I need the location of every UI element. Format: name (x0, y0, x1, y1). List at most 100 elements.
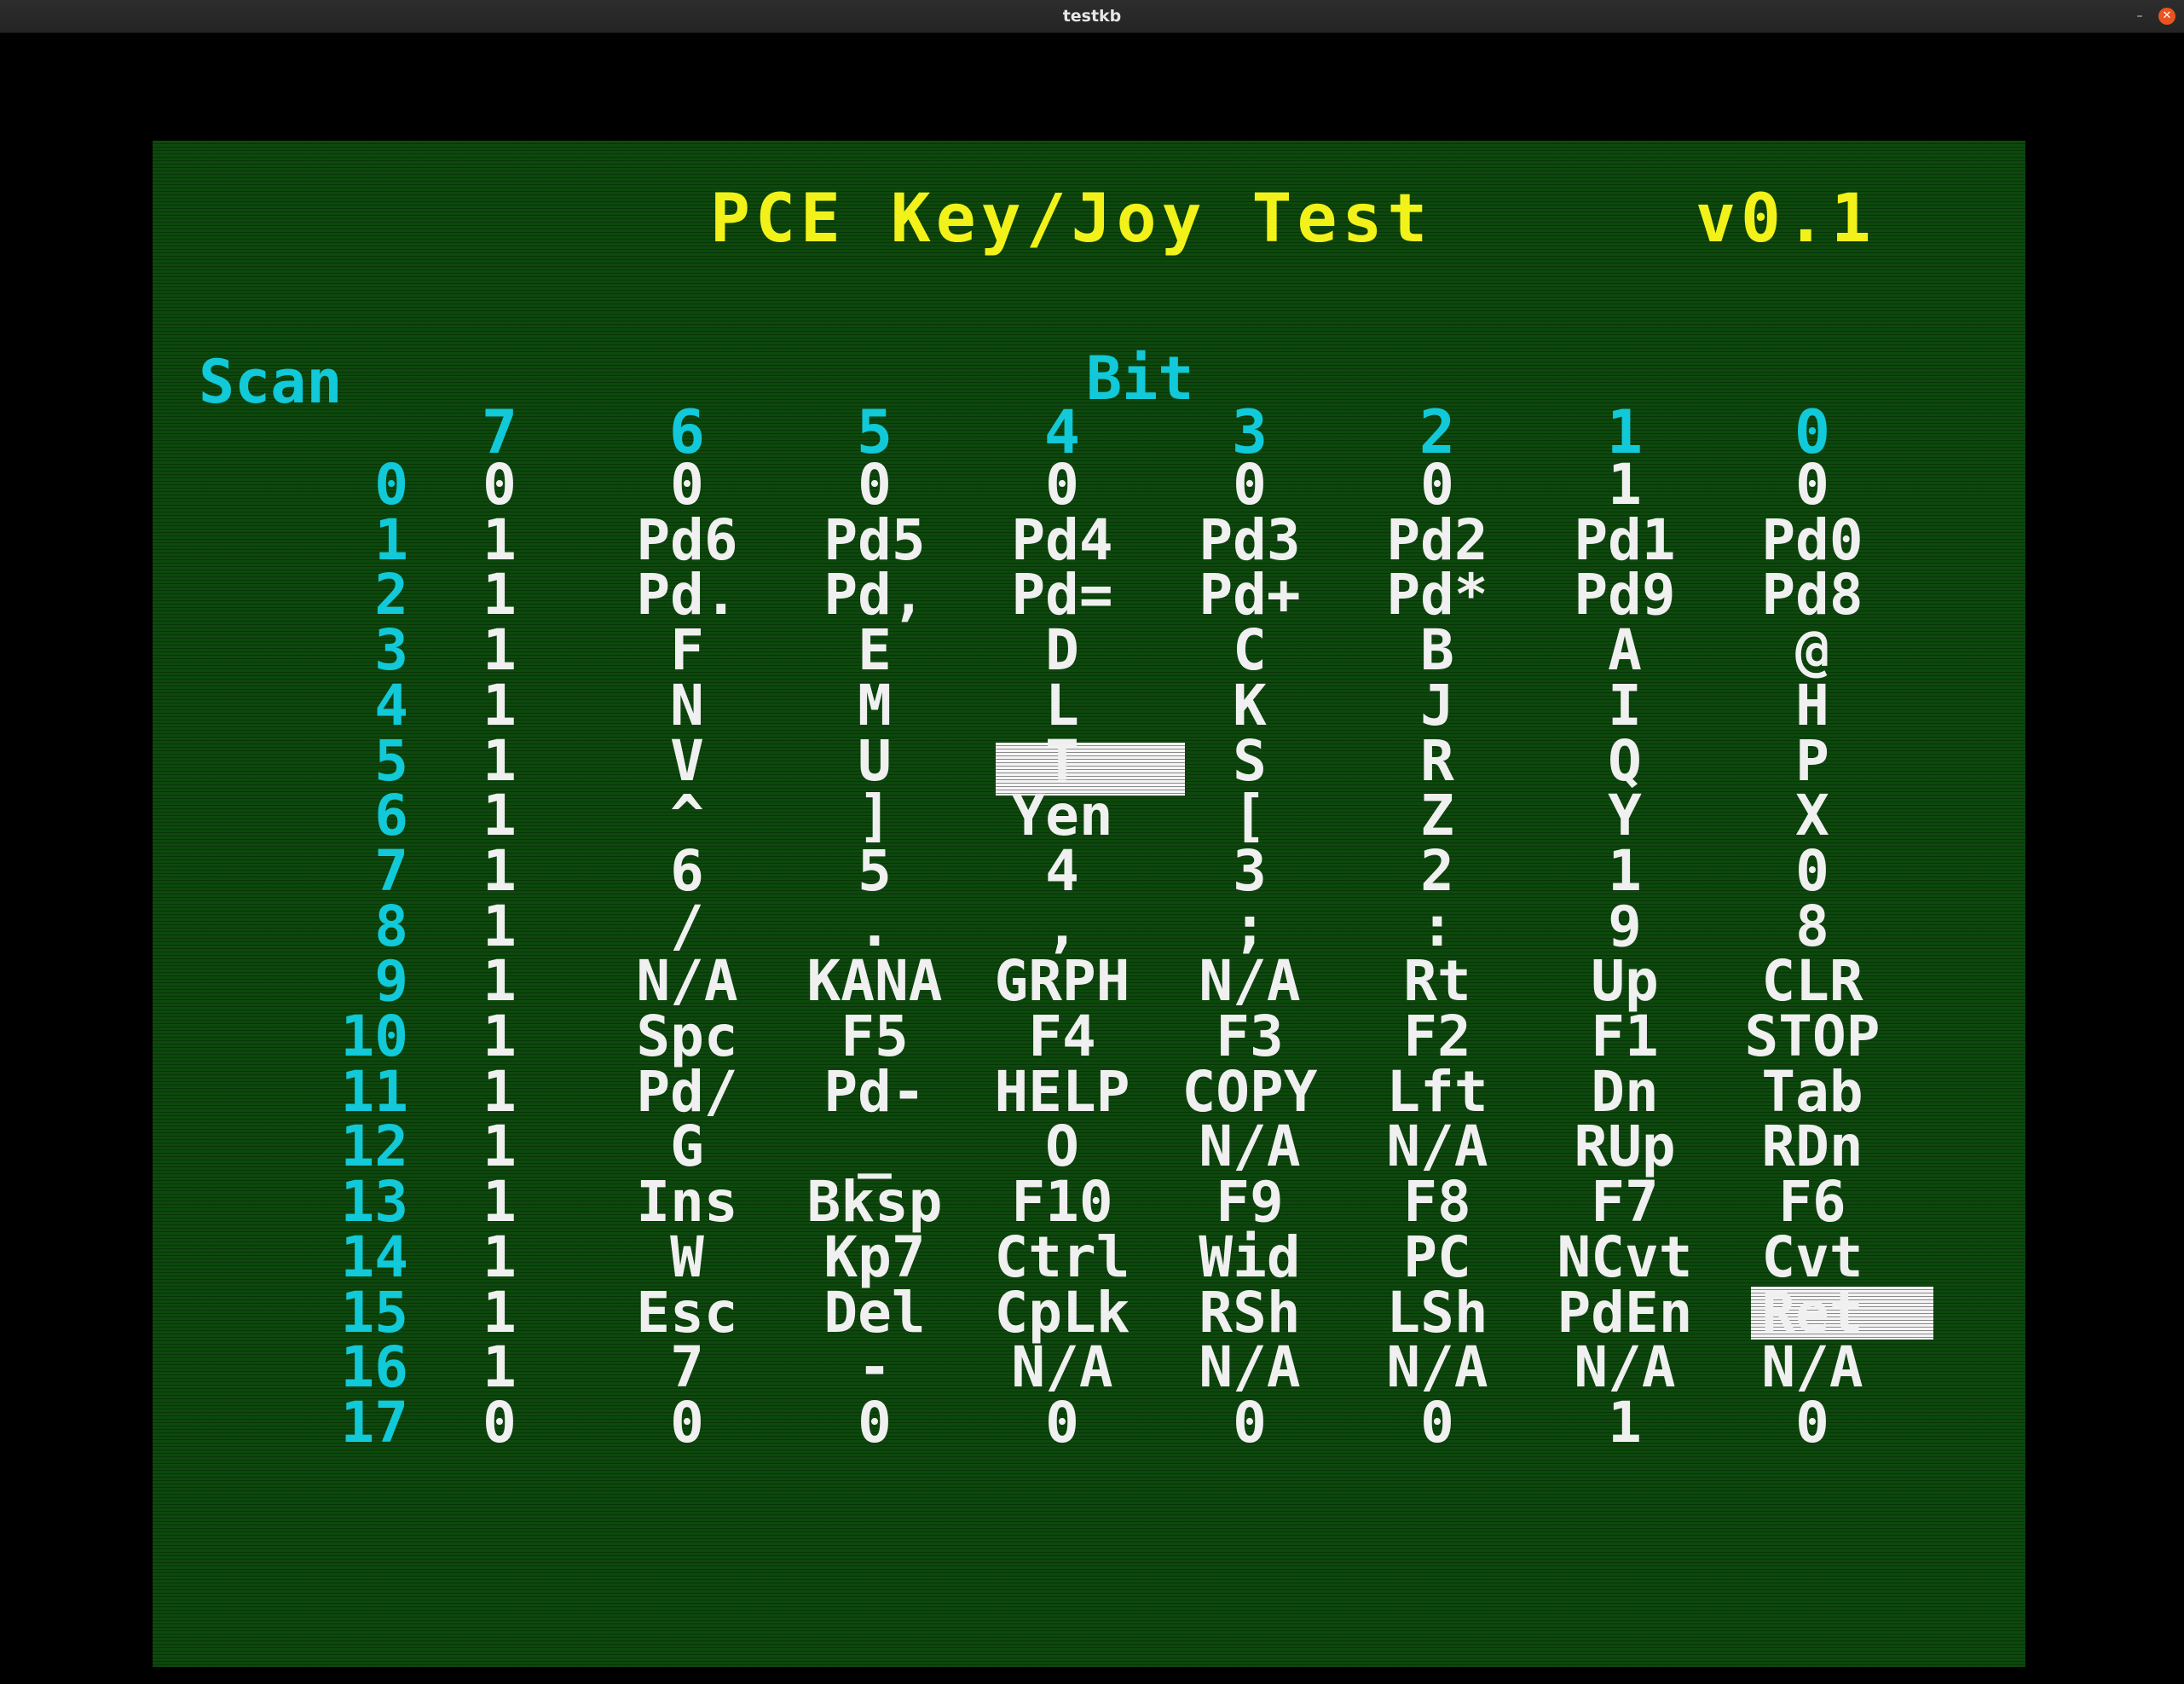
key-cell: M (858, 673, 892, 738)
key-cell: Tab (1761, 1059, 1863, 1125)
scan-number: 3 (374, 617, 408, 683)
key-cell: _ (858, 1114, 892, 1179)
key-cell: Pd- (823, 1059, 926, 1125)
close-button[interactable]: ✕ (2158, 8, 2175, 25)
key-cell: 1 (482, 1004, 517, 1069)
key-cell: 0 (482, 1390, 517, 1455)
key-cell: Ret (1761, 1280, 1863, 1345)
key-cell: 1 (482, 728, 517, 794)
key-cell: L (1045, 673, 1079, 738)
key-cell: 7 (670, 1334, 704, 1400)
key-cell: C (1233, 617, 1267, 683)
key-cell: 8 (1795, 894, 1829, 959)
scan-number: 9 (374, 948, 408, 1014)
key-cell: 1 (482, 894, 517, 959)
key-cell: F1 (1591, 1004, 1659, 1069)
key-cell: ] (858, 783, 892, 848)
key-cell: Pd0 (1761, 507, 1863, 573)
key-cell: E (858, 617, 892, 683)
key-cell: J (1420, 673, 1454, 738)
key-cell: 1 (1608, 452, 1642, 518)
key-cell: F2 (1403, 1004, 1471, 1069)
key-cell: 4 (1045, 838, 1079, 904)
key-cell: N/A (1761, 1334, 1863, 1400)
key-cell: Lft (1386, 1059, 1488, 1125)
key-cell: Ctrl (994, 1224, 1130, 1290)
key-cell: / (670, 894, 704, 959)
key-cell: RDn (1761, 1114, 1863, 1179)
key-cell: I (1608, 673, 1642, 738)
key-cell: NCvt (1557, 1224, 1693, 1290)
key-cell: T (1045, 728, 1079, 794)
key-cell: 1 (482, 1114, 517, 1179)
key-cell: STOP (1744, 1004, 1881, 1069)
key-cell: 0 (858, 1390, 892, 1455)
key-cell: 0 (670, 1390, 704, 1455)
scan-number: 5 (374, 728, 408, 794)
key-cell: CLR (1761, 948, 1863, 1014)
key-cell: 1 (482, 783, 517, 848)
key-cell: 0 (1420, 1390, 1454, 1455)
key-cell: F8 (1403, 1169, 1471, 1235)
key-cell: Bksp (806, 1169, 943, 1235)
scan-number: 1 (374, 507, 408, 573)
key-cell: S (1233, 728, 1267, 794)
emulator-screen[interactable]: PCE Key/Joy Test v0.1 Scan Bit 765432100… (153, 141, 2025, 1667)
key-cell: LSh (1386, 1280, 1488, 1345)
key-cell: RUp (1574, 1114, 1676, 1179)
scan-number: 8 (374, 894, 408, 959)
key-cell: 0 (1233, 1390, 1267, 1455)
minimize-button[interactable]: – (2131, 8, 2148, 25)
key-cell: 9 (1608, 894, 1642, 959)
key-cell: PdEn (1557, 1280, 1693, 1345)
key-cell: F5 (841, 1004, 909, 1069)
key-cell: F3 (1216, 1004, 1284, 1069)
scan-number: 0 (374, 452, 408, 518)
key-cell: Pd+ (1199, 562, 1301, 628)
key-cell: Z (1420, 783, 1454, 848)
scan-number: 12 (340, 1114, 408, 1179)
key-cell: 0 (1045, 452, 1079, 518)
scan-number: 11 (340, 1059, 408, 1125)
key-cell: 0 (1795, 1390, 1829, 1455)
key-cell: Wid (1199, 1224, 1301, 1290)
key-cell: 1 (482, 838, 517, 904)
key-cell: N/A (1199, 948, 1301, 1014)
key-cell: F7 (1591, 1169, 1659, 1235)
key-cell: Esc (636, 1280, 738, 1345)
key-cell: P (1795, 728, 1829, 794)
key-cell: O (1045, 1114, 1079, 1179)
key-cell: Del (823, 1280, 926, 1345)
key-cell: Pd4 (1011, 507, 1113, 573)
key-cell: Pd3 (1199, 507, 1301, 573)
key-cell: Pd= (1011, 562, 1113, 628)
key-cell: G (670, 1114, 704, 1179)
window-titlebar: testkb – ✕ (0, 0, 2184, 33)
key-cell: D (1045, 617, 1079, 683)
key-cell: 0 (1420, 452, 1454, 518)
scan-column-header: Scan (199, 347, 343, 417)
window-client-area: PCE Key/Joy Test v0.1 Scan Bit 765432100… (0, 33, 2184, 1684)
key-cell: V (670, 728, 704, 794)
key-cell: W (670, 1224, 704, 1290)
key-cell: N/A (1386, 1334, 1488, 1400)
scan-number: 13 (340, 1169, 408, 1235)
key-cell: 6 (670, 838, 704, 904)
key-cell: F9 (1216, 1169, 1284, 1235)
key-cell: PC (1403, 1224, 1471, 1290)
key-cell: Kp7 (823, 1224, 926, 1290)
key-cell: Pd, (823, 562, 926, 628)
version-label: v0.1 (1696, 181, 1876, 258)
key-cell: Rt (1403, 948, 1471, 1014)
key-cell: 2 (1420, 838, 1454, 904)
key-cell: Pd5 (823, 507, 926, 573)
key-cell: N/A (1574, 1334, 1676, 1400)
key-cell: 1 (482, 673, 517, 738)
key-cell: 5 (858, 838, 892, 904)
key-cell: 1 (1608, 1390, 1642, 1455)
key-cell: 0 (1045, 1390, 1079, 1455)
key-cell: F4 (1028, 1004, 1096, 1069)
key-cell: - (858, 1334, 892, 1400)
key-cell: , (1045, 894, 1079, 959)
key-cell: Yen (1011, 783, 1113, 848)
